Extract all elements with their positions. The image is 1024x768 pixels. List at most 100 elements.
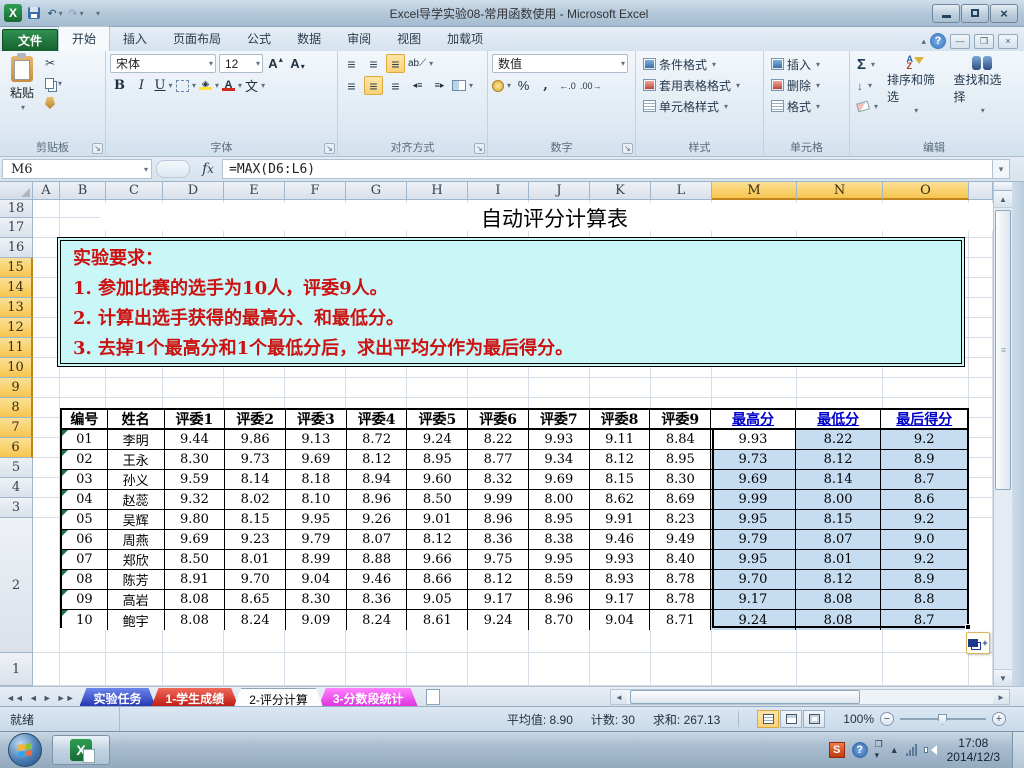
cell-value[interactable]: 9.75 <box>468 550 529 570</box>
cell-value[interactable]: 9.34 <box>528 450 590 470</box>
comma-button[interactable]: , <box>536 76 555 95</box>
increase-indent-button[interactable]: ≡▸ <box>430 76 449 95</box>
cell-value[interactable]: 8.94 <box>346 470 408 490</box>
cell-value[interactable]: 赵蕊 <box>107 490 165 510</box>
cell-value[interactable]: 8.96 <box>468 510 529 530</box>
cell-value[interactable]: 8.00 <box>528 490 590 510</box>
cell-value[interactable]: 9.70 <box>711 570 796 590</box>
ribbon-tab-审阅[interactable]: 审阅 <box>334 27 384 51</box>
cell-value[interactable]: 9.17 <box>589 590 651 610</box>
cell-value[interactable]: 8.30 <box>286 590 347 610</box>
scroll-left-icon[interactable]: ◄ <box>611 690 627 704</box>
cell-value[interactable]: 8.36 <box>468 530 529 550</box>
cell-value[interactable]: 8.07 <box>795 530 882 550</box>
cell-I1[interactable] <box>468 653 529 686</box>
italic-button[interactable]: I <box>132 76 151 95</box>
cell-value[interactable]: 8.12 <box>346 450 408 470</box>
close-button[interactable]: × <box>990 3 1018 23</box>
cell-value[interactable]: 9.24 <box>711 610 796 630</box>
ribbon-tab-开始[interactable]: 开始 <box>58 26 111 51</box>
cell-value[interactable]: 8.62 <box>589 490 651 510</box>
row-header-4[interactable]: 4 <box>0 478 33 498</box>
ribbon-tab-视图[interactable]: 视图 <box>384 27 434 51</box>
table-header-评委6[interactable]: 评委6 <box>468 410 529 430</box>
zoom-level[interactable]: 100% <box>843 712 874 726</box>
file-tab[interactable]: 文件 <box>2 29 58 51</box>
column-header-J[interactable]: J <box>529 182 590 200</box>
fill-color-button[interactable]: ◈ ▾ <box>199 76 219 95</box>
cell-value[interactable]: 9.80 <box>164 510 226 530</box>
cell-J9[interactable] <box>529 378 590 398</box>
styles-item-单元格样式[interactable]: 单元格样式 ▾ <box>640 96 759 116</box>
align-bottom-button[interactable]: ≡ <box>386 54 405 73</box>
column-header-E[interactable]: E <box>224 182 285 200</box>
ribbon-tab-公式[interactable]: 公式 <box>234 27 284 51</box>
cell-value[interactable]: 8.72 <box>346 430 408 450</box>
cell-value[interactable]: 9.2 <box>881 510 968 530</box>
number-format-combo[interactable]: 数值 ▾ <box>492 54 628 73</box>
cell-value[interactable]: 李明 <box>107 430 165 450</box>
row-header-15[interactable]: 15 <box>0 258 33 278</box>
tray-s-icon[interactable]: S <box>828 742 845 758</box>
paste-options-button[interactable]: + <box>966 632 990 654</box>
row-header-14[interactable]: 14 <box>0 278 33 298</box>
cell-value[interactable]: 8.08 <box>795 610 882 630</box>
align-middle-button[interactable]: ≡ <box>364 54 383 73</box>
cell-A9[interactable] <box>33 378 60 398</box>
cell-A13[interactable] <box>33 298 60 318</box>
cell-value[interactable]: 9.46 <box>589 530 651 550</box>
cell-value[interactable]: 鲍宇 <box>107 610 165 630</box>
cell-value[interactable]: 8.40 <box>650 550 712 570</box>
cell-value[interactable]: 9.32 <box>164 490 226 510</box>
cell-value[interactable]: 9.93 <box>711 430 796 450</box>
orientation-button[interactable]: ab⟋ ▾ <box>408 54 433 73</box>
minimize-button[interactable] <box>932 3 960 23</box>
accounting-format-button[interactable]: ▾ <box>492 76 511 95</box>
cell-K9[interactable] <box>590 378 651 398</box>
cell-value[interactable]: 9.69 <box>286 450 347 470</box>
cell-value[interactable]: 8.70 <box>528 610 590 630</box>
column-header-N[interactable]: N <box>797 182 883 200</box>
column-header-B[interactable]: B <box>60 182 106 200</box>
cell-A5[interactable] <box>33 458 60 478</box>
underline-button[interactable]: U ▾ <box>154 76 173 95</box>
cut-button[interactable]: ✂ <box>42 54 65 72</box>
cell-D1[interactable] <box>163 653 224 686</box>
row-header-12[interactable]: 12 <box>0 318 33 338</box>
cell-value[interactable]: 8.22 <box>468 430 529 450</box>
zoom-slider-thumb[interactable] <box>938 714 947 725</box>
insert-worksheet-button[interactable] <box>422 689 444 705</box>
cell-value[interactable]: 孙义 <box>107 470 165 490</box>
cell-value[interactable]: 8.95 <box>650 450 712 470</box>
cell-value[interactable]: 8.7 <box>881 470 968 490</box>
grow-font-button[interactable]: A ▴ <box>266 54 285 73</box>
cell-value[interactable]: 8.99 <box>286 550 347 570</box>
cell-value[interactable]: 9.0 <box>881 530 968 550</box>
cell-value[interactable]: 9.70 <box>225 570 287 590</box>
column-header-M[interactable]: M <box>712 182 797 200</box>
cell-value[interactable]: 8.88 <box>346 550 408 570</box>
cell-value[interactable]: 8.84 <box>650 430 712 450</box>
cell-N9[interactable] <box>797 378 883 398</box>
tray-help-icon[interactable]: ? <box>851 742 868 758</box>
table-header-评委8[interactable]: 评委8 <box>589 410 651 430</box>
name-box-resize-handle[interactable] <box>156 160 190 178</box>
cell-A15[interactable] <box>33 258 60 278</box>
help-icon[interactable]: ? <box>930 33 946 49</box>
cell-value[interactable]: 周燕 <box>107 530 165 550</box>
cell-value[interactable]: 9.01 <box>407 510 469 530</box>
cell-value[interactable]: 8.12 <box>407 530 469 550</box>
cell-value[interactable]: 8.96 <box>528 590 590 610</box>
workbook-minimize-button[interactable]: — <box>950 33 970 49</box>
cell-value[interactable]: 9.99 <box>711 490 796 510</box>
cell-C1[interactable] <box>106 653 163 686</box>
cell-value[interactable]: 9.69 <box>711 470 796 490</box>
paste-dropdown-icon[interactable]: ▾ <box>21 103 25 112</box>
cell-value[interactable]: 8.59 <box>528 570 590 590</box>
clear-button[interactable]: ▾ <box>854 97 881 117</box>
workbook-restore-button[interactable]: ❒ <box>974 33 994 49</box>
scroll-right-icon[interactable]: ► <box>993 690 1009 704</box>
cell-value[interactable]: 8.01 <box>795 550 882 570</box>
sheet-tab-3-分数段统计[interactable]: 3-分数段统计 <box>319 688 418 706</box>
cell-A8[interactable] <box>33 398 60 418</box>
